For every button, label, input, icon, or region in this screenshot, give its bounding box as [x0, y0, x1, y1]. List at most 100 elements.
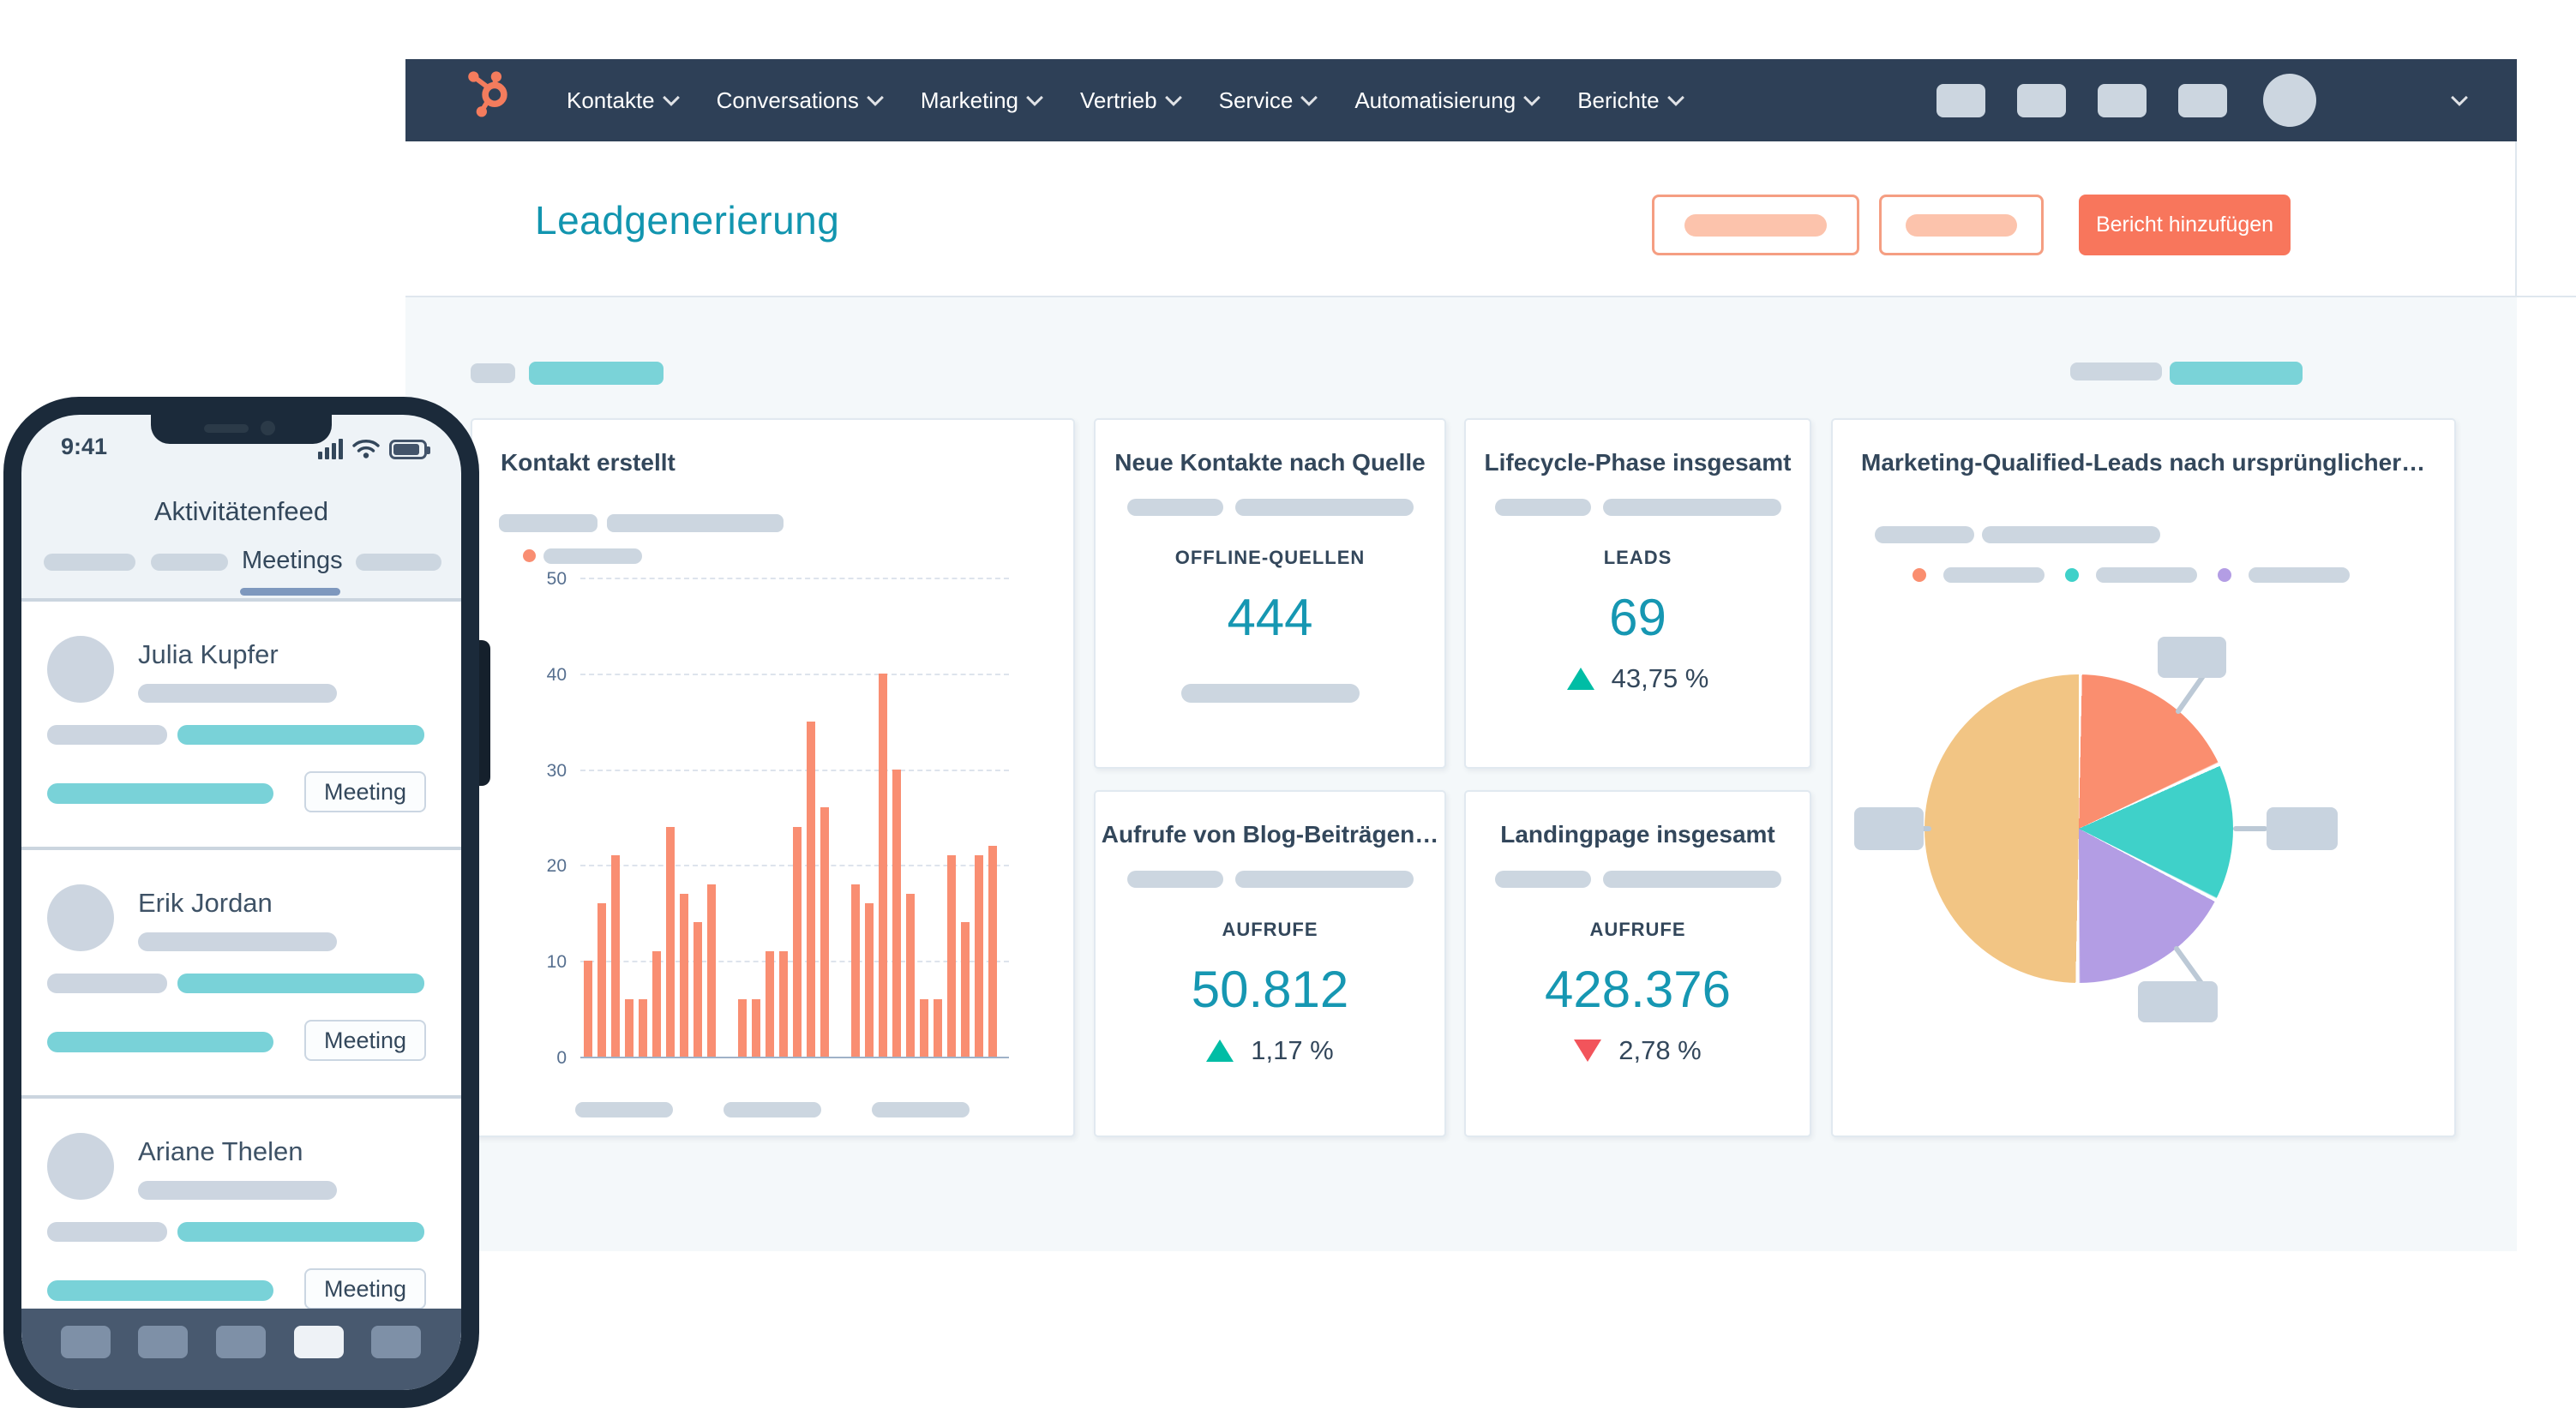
meeting-tag-button[interactable]: Meeting — [304, 1020, 426, 1061]
nav-item-vertrieb[interactable]: Vertrieb — [1080, 87, 1182, 114]
tab-placeholder-1[interactable] — [44, 554, 135, 571]
card-blog-views: Aufrufe von Blog-Beiträgen… AUFRUFE 50.8… — [1094, 790, 1446, 1137]
tab-placeholder-3[interactable] — [356, 554, 441, 571]
nav-item-service[interactable]: Service — [1219, 87, 1318, 114]
bar — [597, 903, 606, 1057]
meeting-tag-button[interactable]: Meeting — [304, 1268, 426, 1309]
bottom-nav-item-3[interactable] — [216, 1326, 266, 1358]
nav-right-cluster — [1937, 74, 2468, 127]
card-title: Neue Kontakte nach Quelle — [1114, 449, 1426, 476]
feed-card-3: Ariane Thelen Meeting — [21, 1099, 461, 1344]
x-axis-label-placeholder — [575, 1102, 673, 1117]
legend-label-placeholder — [2249, 567, 2350, 583]
nav-toolbar-placeholder-2[interactable] — [2017, 83, 2066, 117]
detail-highlight-placeholder — [47, 1032, 273, 1052]
tab-placeholder-2[interactable] — [151, 554, 228, 571]
bar — [865, 903, 874, 1057]
delta-value: 1,17 % — [1251, 1035, 1334, 1065]
contact-subtitle-placeholder — [138, 1181, 337, 1200]
y-axis-tick-label: 20 — [546, 856, 567, 877]
nav-item-label: Berichte — [1577, 87, 1660, 113]
nav-item-marketing[interactable]: Marketing — [920, 87, 1043, 114]
chevron-down-icon — [1666, 89, 1684, 106]
bar — [625, 998, 633, 1057]
tab-bar: Meetings — [21, 547, 461, 596]
date-filter-placeholder — [2070, 362, 2162, 380]
nav-toolbar-placeholder-3[interactable] — [2098, 83, 2147, 117]
add-report-button[interactable]: Bericht hinzufügen — [2079, 195, 2291, 255]
bar — [906, 893, 915, 1057]
metric-label: AUFRUFE — [1222, 919, 1318, 940]
wifi-icon — [352, 440, 380, 458]
legend-dot — [1912, 568, 1926, 582]
card-landing-pages: Landingpage insgesamt AUFRUFE 428.376 2,… — [1464, 790, 1811, 1137]
hubspot-logo-icon[interactable] — [464, 69, 525, 131]
account-chevron-down-icon[interactable] — [2451, 89, 2468, 106]
pie-data-callout — [1854, 807, 1924, 850]
contact-name: Julia Kupfer — [138, 639, 279, 669]
nav-toolbar-placeholder-4[interactable] — [2178, 83, 2227, 117]
card-title: Marketing-Qualified-Leads nach ursprüngl… — [1861, 449, 2426, 476]
contact-name: Erik Jordan — [138, 888, 273, 918]
card-subtitle-placeholder — [607, 514, 784, 532]
dashboard-filter-button-2[interactable] — [1879, 195, 2044, 255]
bar — [752, 998, 760, 1057]
bar-group — [738, 721, 829, 1057]
nav-toolbar-placeholder-1[interactable] — [1937, 83, 1985, 117]
bar — [793, 826, 802, 1057]
nav-item-automatisierung[interactable]: Automatisierung — [1354, 87, 1541, 114]
detail-highlight-placeholder — [47, 783, 273, 804]
dashboard-filter-button-1[interactable] — [1652, 195, 1859, 255]
tab-meetings[interactable]: Meetings — [242, 547, 343, 575]
app-title: Aktivitätenfeed — [153, 496, 329, 526]
nav-item-kontakte[interactable]: Kontakte — [567, 87, 680, 114]
avatar — [47, 1133, 114, 1200]
detail-highlight-placeholder — [177, 725, 424, 745]
nav-item-label: Marketing — [920, 87, 1018, 113]
bottom-nav-item-1[interactable] — [61, 1326, 111, 1358]
chevron-down-icon — [1164, 89, 1182, 106]
delta-triangle-icon — [1574, 1040, 1602, 1062]
date-selector-placeholder[interactable] — [2170, 362, 2303, 385]
phone-notch — [151, 415, 332, 444]
active-tab-underline — [240, 588, 340, 596]
bar — [738, 998, 747, 1057]
nav-item-label: Vertrieb — [1080, 87, 1157, 113]
nav-item-berichte[interactable]: Berichte — [1577, 87, 1684, 114]
bar — [892, 769, 901, 1057]
meeting-tag-button[interactable]: Meeting — [304, 771, 426, 812]
page-title: Leadgenerierung — [535, 198, 840, 243]
y-axis-tick-label: 0 — [556, 1048, 567, 1068]
bar — [934, 998, 942, 1057]
bar — [779, 951, 788, 1057]
bar — [639, 998, 647, 1057]
pie-chart — [1924, 674, 2233, 983]
avatar[interactable] — [2263, 74, 2316, 127]
speaker-icon — [204, 424, 249, 433]
pie-data-callout — [2158, 637, 2226, 678]
bottom-nav-item-4-active[interactable] — [294, 1326, 344, 1358]
bottom-nav-item-5[interactable] — [371, 1326, 421, 1358]
bottom-nav-item-2[interactable] — [138, 1326, 188, 1358]
gridline — [580, 578, 1009, 579]
bar — [961, 922, 970, 1057]
bar-series — [584, 673, 997, 1057]
metric-value: 444 — [1227, 589, 1313, 646]
bar-group — [851, 673, 997, 1057]
x-axis-label-placeholder — [872, 1102, 970, 1117]
card-lifecycle: Lifecycle-Phase insgesamt LEADS 69 43,75… — [1464, 418, 1811, 769]
card-new-contacts: Neue Kontakte nach Quelle OFFLINE-QUELLE… — [1094, 418, 1446, 769]
detail-highlight-placeholder — [177, 1222, 424, 1242]
header-right-border — [2515, 141, 2517, 297]
metric-label: LEADS — [1603, 547, 1672, 568]
chevron-down-icon — [662, 89, 680, 106]
dashboard-selector-placeholder[interactable] — [529, 362, 664, 385]
legend-label-placeholder — [1943, 567, 2045, 583]
y-axis-tick-label: 50 — [546, 569, 567, 589]
nav-item-conversations[interactable]: Conversations — [717, 87, 884, 114]
bar — [680, 893, 688, 1057]
bar — [820, 807, 829, 1057]
filter-placeholder — [1602, 499, 1781, 516]
feed-card-2: Erik Jordan Meeting — [21, 850, 461, 1095]
bar — [584, 961, 592, 1057]
